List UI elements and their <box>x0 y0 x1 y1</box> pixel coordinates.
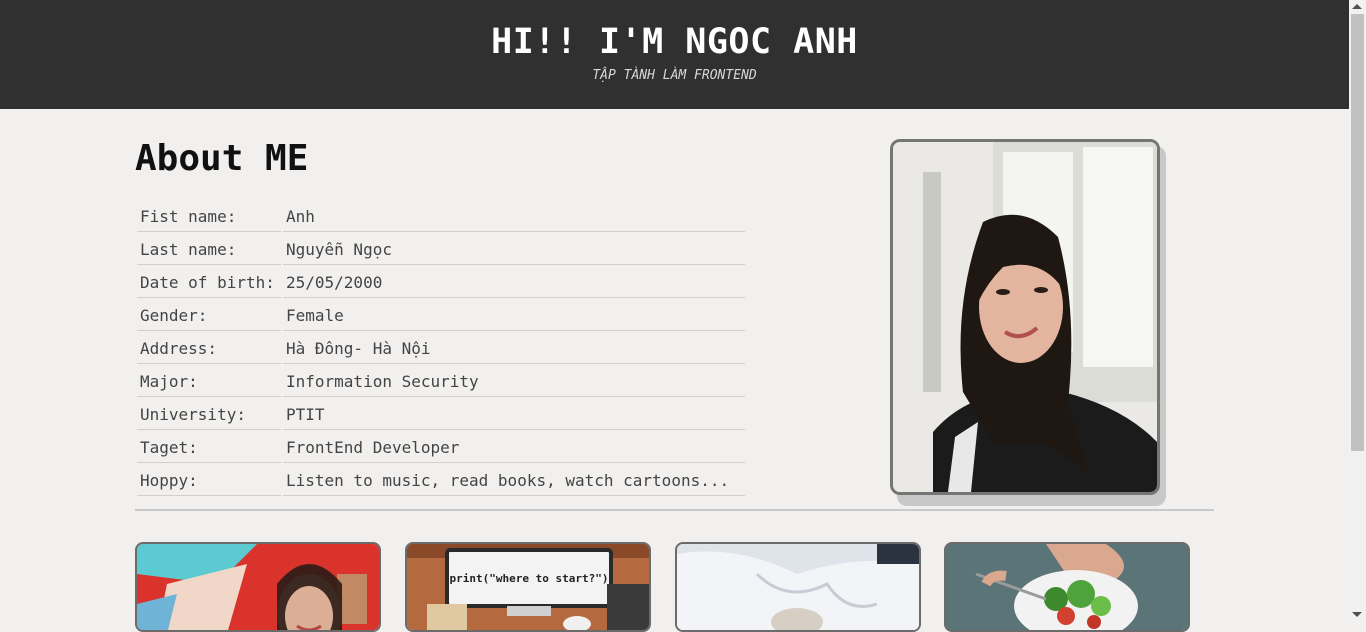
info-label: University: <box>137 399 281 430</box>
info-label: Date of birth: <box>137 267 281 298</box>
table-row: Fist name: Anh <box>137 201 745 232</box>
table-row: Major: Information Security <box>137 366 745 397</box>
info-label: Hoppy: <box>137 465 281 496</box>
info-label: Gender: <box>137 300 281 331</box>
gallery-photo-desk[interactable]: print("where to start?") <box>405 542 651 632</box>
table-row: Last name: Nguyễn Ngọc <box>137 234 745 265</box>
info-label: Major: <box>137 366 281 397</box>
info-label: Fist name: <box>137 201 281 232</box>
table-row: Date of birth: 25/05/2000 <box>137 267 745 298</box>
info-label: Taget: <box>137 432 281 463</box>
table-row: Taget: FrontEnd Developer <box>137 432 745 463</box>
section-divider <box>135 509 1214 511</box>
gallery-photo-salad[interactable] <box>944 542 1190 632</box>
info-value: Anh <box>283 201 745 232</box>
page-title: HI!! I'M NGOC ANH <box>491 22 858 62</box>
info-value: PTIT <box>283 399 745 430</box>
scrollbar-thumb[interactable] <box>1351 14 1364 451</box>
info-value: FrontEnd Developer <box>283 432 745 463</box>
info-value: Information Security <box>283 366 745 397</box>
table-row: Hoppy: Listen to music, read books, watc… <box>137 465 745 496</box>
info-label: Last name: <box>137 234 281 265</box>
scroll-up-arrow-icon[interactable] <box>1352 4 1362 9</box>
desk-screen-text: print("where to start?") <box>450 572 609 585</box>
table-row: Gender: Female <box>137 300 745 331</box>
page-subtitle: TẬP TÀNH LÀM FRONTEND <box>592 68 757 83</box>
table-row: Address: Hà Đông- Hà Nội <box>137 333 745 364</box>
profile-photo <box>890 139 1160 495</box>
info-value: Hà Đông- Hà Nội <box>283 333 745 364</box>
about-heading: About ME <box>135 138 309 179</box>
page-header: HI!! I'M NGOC ANH TẬP TÀNH LÀM FRONTEND <box>0 0 1349 109</box>
info-value: 25/05/2000 <box>283 267 745 298</box>
gallery-photo-selfie[interactable] <box>135 542 381 632</box>
scroll-down-arrow-icon[interactable] <box>1352 612 1362 617</box>
table-row: University: PTIT <box>137 399 745 430</box>
info-value: Female <box>283 300 745 331</box>
gallery-photo-bed[interactable] <box>675 542 921 632</box>
info-value: Listen to music, read books, watch carto… <box>283 465 745 496</box>
info-label: Address: <box>137 333 281 364</box>
info-value: Nguyễn Ngọc <box>283 234 745 265</box>
about-info-table: Fist name: Anh Last name: Nguyễn Ngọc Da… <box>135 199 747 498</box>
